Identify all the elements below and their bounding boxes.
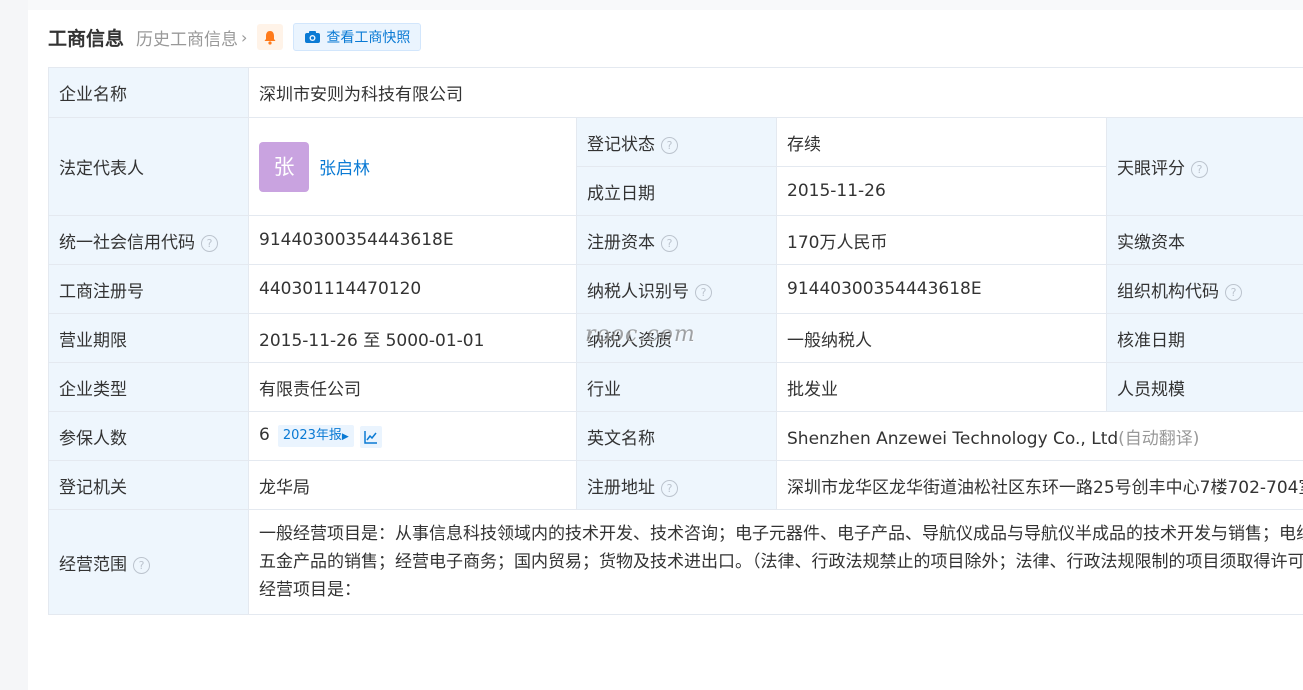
insured-value: 6 [259, 425, 270, 445]
approval-date-label: 核准日期 [1107, 314, 1303, 363]
taxpayer-id-label-cell: 纳税人识别号? [577, 265, 777, 314]
reg-capital-label-cell: 注册资本? [577, 216, 777, 265]
staff-size-label: 人员规模 [1107, 363, 1303, 412]
scope-label-cell: 经营范围? [49, 510, 249, 615]
address-value: 深圳市龙华区龙华街道油松社区东环一路25号创丰中心7楼702-704室 [777, 461, 1303, 510]
address-label: 注册地址 [587, 478, 655, 498]
legal-rep-cell: 张张启林 [249, 118, 577, 216]
scope-cell: 一般经营项目是：从事信息科技领域内的技术开发、技术咨询；电子元器件、电子产品、导… [249, 510, 1303, 615]
founded-value: 2015-11-26 [777, 167, 1107, 216]
top-strip [28, 0, 1303, 10]
biz-reg-no-value: 440301114470120 [249, 265, 577, 314]
english-name-label: 英文名称 [577, 412, 777, 461]
paid-capital-label: 实缴资本 [1107, 216, 1303, 265]
authority-label: 登记机关 [49, 461, 249, 510]
credit-code-label: 统一社会信用代码 [59, 233, 195, 253]
term-value: 2015-11-26 至 5000-01-01 [249, 314, 577, 363]
auto-translate-note: (自动翻译) [1118, 429, 1199, 449]
term-label: 营业期限 [49, 314, 249, 363]
help-icon[interactable]: ? [1191, 161, 1208, 178]
camera-icon [304, 30, 321, 44]
scope-value: 一般经营项目是：从事信息科技领域内的技术开发、技术咨询；电子元器件、电子产品、导… [259, 510, 1303, 614]
table-row: 登记机关 龙华局 注册地址? 深圳市龙华区龙华街道油松社区东环一路25号创丰中心… [49, 461, 1303, 510]
history-link[interactable]: 历史工商信息 › [136, 25, 247, 50]
avatar[interactable]: 张 [259, 142, 309, 192]
reg-capital-value: 170万人民币 [777, 216, 1107, 265]
reg-status-value: 存续 [777, 118, 1107, 167]
company-type-label: 企业类型 [49, 363, 249, 412]
authority-value: 龙华局 [249, 461, 577, 510]
tianyan-score-label: 天眼评分 [1117, 159, 1185, 179]
annual-report-label: 2023年报 [283, 428, 342, 443]
table-row: 工商注册号 440301114470120 纳税人识别号? 9144030035… [49, 265, 1303, 314]
table-row: 营业期限 2015-11-26 至 5000-01-01 纳税人资质 一般纳税人… [49, 314, 1303, 363]
legal-rep-name-link[interactable]: 张启林 [319, 159, 370, 179]
credit-code-label-cell: 统一社会信用代码? [49, 216, 249, 265]
chevron-right-icon: › [241, 28, 247, 47]
caret-right-icon: ▶ [342, 432, 349, 442]
insured-cell: 6 2023年报▶ [249, 412, 577, 461]
industry-label: 行业 [577, 363, 777, 412]
legal-rep-label: 法定代表人 [49, 118, 249, 216]
scope-label: 经营范围 [59, 555, 127, 575]
help-icon[interactable]: ? [661, 480, 678, 497]
history-link-label: 历史工商信息 [136, 25, 238, 50]
view-snapshot-label: 查看工商快照 [326, 27, 410, 47]
help-icon[interactable]: ? [661, 137, 678, 154]
bell-icon[interactable] [257, 24, 283, 50]
annual-report-badge[interactable]: 2023年报▶ [278, 425, 354, 447]
biz-reg-no-label: 工商注册号 [49, 265, 249, 314]
company-name-label: 企业名称 [49, 68, 249, 118]
taxpayer-qual-label: 纳税人资质 [577, 314, 777, 363]
table-row: 企业名称 深圳市安则为科技有限公司 [49, 68, 1303, 118]
industry-value: 批发业 [777, 363, 1107, 412]
english-name-cell: Shenzhen Anzewei Technology Co., Ltd(自动翻… [777, 412, 1303, 461]
business-info-table: 企业名称 深圳市安则为科技有限公司 法定代表人 张张启林 登记状态? 存续 天眼… [48, 67, 1303, 615]
taxpayer-id-label: 纳税人识别号 [587, 282, 689, 302]
help-icon[interactable]: ? [133, 557, 150, 574]
trend-chart-icon[interactable] [360, 426, 382, 448]
reg-capital-label: 注册资本 [587, 233, 655, 253]
help-icon[interactable]: ? [1225, 284, 1242, 301]
credit-code-value: 91440300354443618E [249, 216, 577, 265]
view-snapshot-button[interactable]: 查看工商快照 [293, 23, 421, 51]
reg-status-label-cell: 登记状态? [577, 118, 777, 167]
taxpayer-qual-value: 一般纳税人 [777, 314, 1107, 363]
help-icon[interactable]: ? [695, 284, 712, 301]
table-row: 法定代表人 张张启林 登记状态? 存续 天眼评分? [49, 118, 1303, 167]
org-code-label-cell: 组织机构代码? [1107, 265, 1303, 314]
table-row: 企业类型 有限责任公司 行业 批发业 人员规模 [49, 363, 1303, 412]
company-name-value: 深圳市安则为科技有限公司 [249, 68, 1303, 118]
table-row: 统一社会信用代码? 91440300354443618E 注册资本? 170万人… [49, 216, 1303, 265]
founded-label: 成立日期 [577, 167, 777, 216]
reg-status-label: 登记状态 [587, 135, 655, 155]
org-code-label: 组织机构代码 [1117, 282, 1219, 302]
section-title: 工商信息 [48, 24, 124, 51]
table-row: 参保人数 6 2023年报▶ 英文名称 Shenzhen Anzewei Tech… [49, 412, 1303, 461]
help-icon[interactable]: ? [201, 235, 218, 252]
section-header: 工商信息 历史工商信息 › 查看工商快照 [48, 22, 421, 52]
taxpayer-id-value: 91440300354443618E [777, 265, 1107, 314]
tianyan-score-label-cell: 天眼评分? [1107, 118, 1303, 216]
company-type-value: 有限责任公司 [249, 363, 577, 412]
table-row: 经营范围? 一般经营项目是：从事信息科技领域内的技术开发、技术咨询；电子元器件、… [49, 510, 1303, 615]
help-icon[interactable]: ? [661, 235, 678, 252]
insured-label: 参保人数 [49, 412, 249, 461]
address-label-cell: 注册地址? [577, 461, 777, 510]
english-name-value: Shenzhen Anzewei Technology Co., Ltd [787, 429, 1118, 449]
